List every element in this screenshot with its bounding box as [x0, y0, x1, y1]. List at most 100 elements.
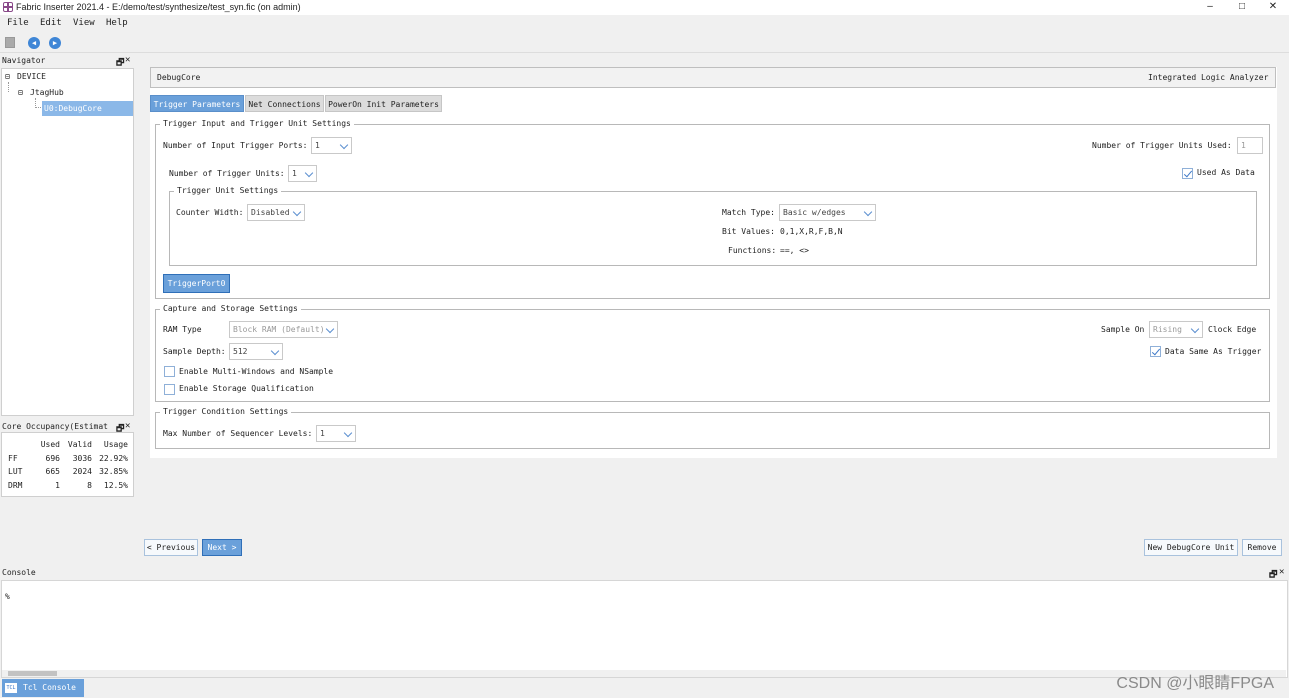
chevron-down-icon [863, 207, 873, 217]
tab-net-connections[interactable]: Net Connections [245, 95, 324, 112]
trigger-port-button[interactable]: TriggerPort0 [163, 274, 230, 293]
save-icon[interactable] [5, 37, 15, 48]
match-type-label: Match Type: [722, 208, 775, 217]
minimize-button[interactable]: – [1195, 0, 1225, 15]
clock-edge-label: Clock Edge [1208, 325, 1257, 334]
console-title: Console [2, 568, 36, 577]
menu-help[interactable]: Help [106, 18, 128, 28]
tab-trigger-parameters[interactable]: Trigger Parameters [150, 95, 244, 112]
close-icon[interactable]: ✕ [125, 421, 130, 431]
storage-qual-checkbox[interactable] [164, 384, 175, 395]
chevron-down-icon [325, 324, 335, 334]
maximize-button[interactable]: □ [1227, 0, 1257, 15]
previous-button[interactable]: < Previous [144, 539, 198, 556]
close-icon[interactable]: ✕ [1279, 567, 1284, 577]
num-ports-select[interactable]: 1 [311, 137, 352, 154]
tree-line [35, 98, 41, 108]
next-button[interactable]: Next > [202, 539, 242, 556]
close-button[interactable]: ✕ [1258, 0, 1288, 15]
num-units-label: Number of Trigger Units: [169, 169, 285, 178]
num-units-select[interactable]: 1 [288, 165, 317, 182]
tree-item-jtaghub[interactable]: JtagHub [30, 88, 64, 97]
max-levels-label: Max Number of Sequencer Levels: [163, 429, 313, 438]
tab-poweron-init[interactable]: PowerOn Init Parameters [325, 95, 442, 112]
max-levels-select[interactable]: 1 [316, 425, 356, 442]
window-title: Fabric Inserter 2021.4 - E:/demo/test/sy… [16, 2, 301, 12]
occupancy-header: Valid [67, 440, 92, 449]
console-prompt: % [5, 592, 10, 601]
console-output[interactable] [1, 580, 1288, 678]
tcl-icon: TCL [5, 683, 17, 693]
remove-button[interactable]: Remove [1242, 539, 1282, 556]
core-name: DebugCore [157, 73, 201, 82]
core-header [150, 67, 1276, 88]
counter-width-value: Disabled [251, 208, 290, 217]
match-type-select[interactable]: Basic w/edges [779, 204, 876, 221]
new-unit-button[interactable]: New DebugCore Unit [1144, 539, 1238, 556]
units-used-field: 1 [1237, 137, 1263, 154]
chevron-down-icon [343, 428, 353, 438]
chevron-down-icon [304, 168, 314, 178]
menu-edit[interactable]: Edit [40, 18, 62, 28]
multi-windows-checkbox[interactable] [164, 366, 175, 377]
menu-view[interactable]: View [73, 18, 95, 28]
occupancy-cell: 1 [55, 481, 60, 490]
sample-depth-label: Sample Depth: [163, 347, 226, 356]
occupancy-cell: LUT [8, 467, 23, 476]
trigger-unit-group-label: Trigger Unit Settings [174, 186, 282, 195]
back-icon[interactable]: ◀ [28, 37, 40, 49]
occupancy-cell: 22.92% [99, 454, 128, 463]
tcl-console-tab[interactable]: TCL Tcl Console [2, 679, 84, 697]
chevron-down-icon [339, 140, 349, 150]
functions-value: ==, <> [780, 246, 809, 255]
counter-width-label: Counter Width: [176, 208, 244, 217]
navigator-title: Navigator [2, 56, 46, 65]
num-ports-value: 1 [315, 141, 320, 150]
occupancy-cell: 12.5% [103, 481, 128, 490]
occupancy-cell: 3036 [72, 454, 92, 463]
sample-on-value: Rising [1153, 325, 1182, 334]
bottom-tab-bar [0, 679, 1289, 698]
menu-bar [0, 15, 1289, 31]
tcl-console-label: Tcl Console [23, 683, 76, 692]
sample-depth-value: 512 [233, 347, 248, 356]
trigger-unit-group [169, 191, 1257, 266]
match-type-value: Basic w/edges [783, 208, 846, 217]
used-as-data-checkbox[interactable] [1182, 168, 1193, 179]
data-same-checkbox[interactable] [1150, 346, 1161, 357]
bit-values-label: Bit Values: [722, 227, 775, 236]
counter-width-select[interactable]: Disabled [247, 204, 305, 221]
sample-depth-select[interactable]: 512 [229, 343, 283, 360]
sample-on-select[interactable]: Rising [1149, 321, 1203, 338]
functions-label: Functions: [728, 246, 777, 255]
chevron-down-icon [1190, 324, 1200, 334]
data-same-label: Data Same As Trigger [1165, 347, 1262, 356]
tree-toggle-icon[interactable]: ⊟ [18, 88, 23, 97]
occupancy-header: Used [40, 440, 60, 449]
occupancy-cell: 665 [45, 467, 60, 476]
num-units-value: 1 [292, 169, 297, 178]
navigator-tree [1, 68, 134, 416]
watermark: CSDN @小眼睛FPGA [1116, 675, 1274, 692]
ram-type-select[interactable]: Block RAM (Default) [229, 321, 338, 338]
used-as-data-label: Used As Data [1197, 168, 1255, 177]
close-icon[interactable]: ✕ [125, 55, 130, 65]
occupancy-header: Usage [103, 440, 128, 449]
num-ports-label: Number of Input Trigger Ports: [163, 141, 308, 150]
tree-item-device[interactable]: DEVICE [17, 72, 46, 81]
occupancy-cell: 32.85% [99, 467, 128, 476]
console-scrollbar[interactable] [2, 670, 1286, 677]
multi-windows-label: Enable Multi-Windows and NSample [179, 367, 334, 376]
forward-icon[interactable]: ▶ [49, 37, 61, 49]
menu-file[interactable]: File [7, 18, 29, 28]
tree-item-debugcore[interactable]: U0:DebugCore [44, 104, 102, 113]
ram-type-value: Block RAM (Default) [233, 325, 325, 334]
condition-group-label: Trigger Condition Settings [160, 407, 292, 416]
occupancy-cell: 696 [45, 454, 60, 463]
tree-toggle-icon[interactable]: ⊟ [5, 72, 10, 81]
occupancy-cell: 2024 [72, 467, 92, 476]
chevron-down-icon [292, 207, 302, 217]
scrollbar-thumb[interactable] [8, 671, 57, 676]
tree-line [8, 82, 9, 92]
occupancy-cell: 8 [87, 481, 92, 490]
